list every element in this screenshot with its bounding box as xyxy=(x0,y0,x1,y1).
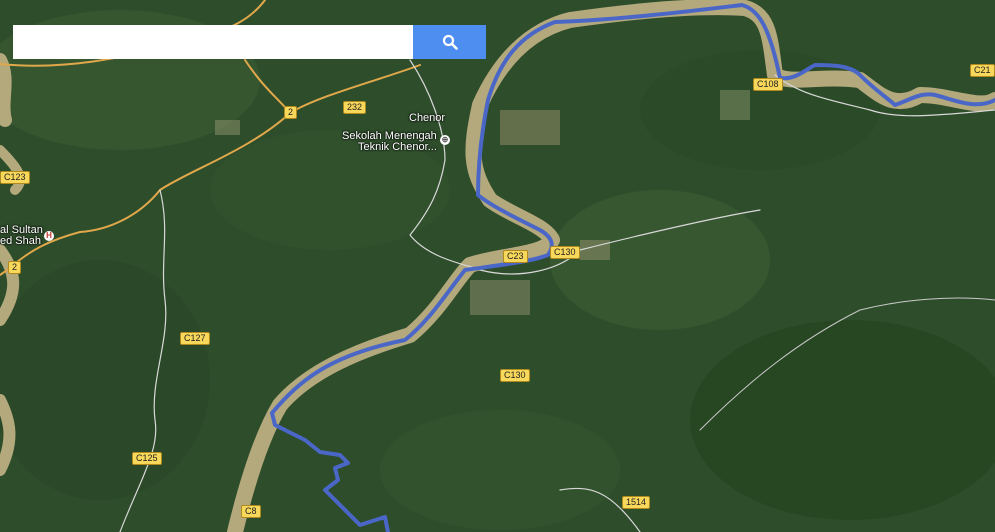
school-icon[interactable]: ⊕ xyxy=(440,135,450,145)
search-input[interactable] xyxy=(13,25,413,59)
search-bar xyxy=(13,25,486,59)
school-label-line2[interactable]: Teknik Chenor... xyxy=(358,141,437,153)
road-shield-2: 2 xyxy=(284,106,298,119)
road-shield-c125: C125 xyxy=(132,452,162,465)
town-label[interactable]: Chenor xyxy=(409,112,445,124)
hospital-label-line2[interactable]: ed Shah xyxy=(0,235,41,247)
road-shield-c130-south: C130 xyxy=(500,369,530,382)
road-shield-1514: 1514 xyxy=(622,496,651,509)
road-shield-c21: C21 xyxy=(970,64,995,77)
road-shield-c123: C123 xyxy=(0,171,30,184)
road-shield-c127: C127 xyxy=(180,332,210,345)
search-button[interactable] xyxy=(413,25,486,59)
road-shield-c130: C130 xyxy=(550,246,580,259)
search-icon xyxy=(442,34,458,50)
road-shield-c8: C8 xyxy=(241,505,261,518)
hospital-icon[interactable]: H xyxy=(44,231,54,241)
road-shield-2-west: 2 xyxy=(8,261,22,274)
road-shield-c108: C108 xyxy=(753,78,783,91)
road-shield-232: 232 xyxy=(343,101,367,114)
road-shield-c23: C23 xyxy=(503,250,528,263)
